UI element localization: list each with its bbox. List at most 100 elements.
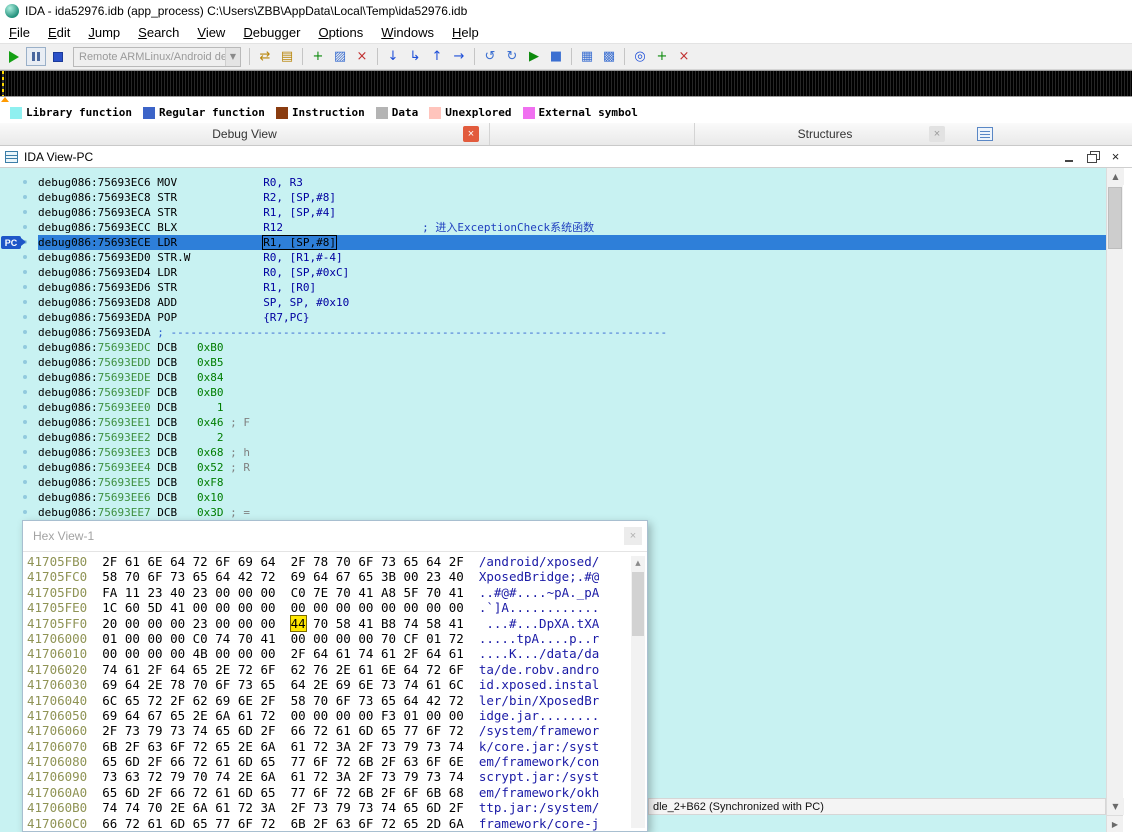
hex-byte[interactable]: 70 (193, 769, 208, 784)
hex-byte[interactable]: 78 (313, 554, 328, 569)
hex-byte[interactable]: 77 (291, 754, 306, 769)
hex-byte[interactable]: 73 (313, 800, 328, 815)
hex-byte[interactable]: 72 (125, 816, 140, 831)
hex-byte[interactable]: 63 (125, 769, 140, 784)
hex-byte[interactable]: 67 (147, 708, 162, 723)
hex-byte[interactable]: 2E (170, 800, 185, 815)
hex-byte[interactable]: 79 (170, 769, 185, 784)
hex-byte[interactable]: 00 (313, 600, 328, 615)
hex-byte[interactable]: 00 (125, 646, 140, 661)
hex-byte[interactable]: 77 (404, 723, 419, 738)
hex-byte[interactable]: 58 (102, 569, 117, 584)
scrollbar-thumb[interactable] (632, 572, 644, 636)
hex-byte[interactable]: 64 (260, 554, 275, 569)
hex-byte[interactable]: 64 (426, 554, 441, 569)
process-options-icon[interactable]: ▤ (276, 46, 298, 67)
hex-byte[interactable]: 66 (291, 723, 306, 738)
hex-byte[interactable]: 41 (170, 600, 185, 615)
hex-byte[interactable]: 72 (313, 769, 328, 784)
hex-byte[interactable]: 6F (358, 816, 373, 831)
hex-byte[interactable]: 00 (170, 646, 185, 661)
hex-byte[interactable]: B8 (381, 616, 396, 631)
vertical-scrollbar[interactable]: ▲ ▼ (1106, 168, 1124, 815)
hex-byte[interactable]: 01 (102, 631, 117, 646)
hex-byte[interactable]: 72 (260, 569, 275, 584)
hex-byte[interactable]: 72 (238, 662, 253, 677)
hex-byte[interactable]: 72 (449, 631, 464, 646)
hex-byte[interactable]: 40 (449, 569, 464, 584)
search-memory-icon[interactable]: ◎ (629, 46, 651, 67)
hex-byte[interactable]: 72 (193, 554, 208, 569)
hex-byte[interactable]: 70 (313, 616, 328, 631)
hex-byte[interactable]: 2E (238, 739, 253, 754)
hex-byte[interactable]: 6D (125, 785, 140, 800)
asm-line[interactable]: debug086:75693EE4 DCB 0x52 ; R (0, 460, 1106, 475)
hex-byte[interactable]: 74 (381, 800, 396, 815)
scroll-down-icon[interactable]: ▼ (1107, 798, 1124, 815)
hex-byte[interactable]: 00 (336, 600, 351, 615)
hex-byte[interactable]: 2F (358, 769, 373, 784)
asm-line[interactable]: debug086:75693EE7 DCB 0x3D ; = (0, 505, 1106, 520)
hex-byte[interactable]: 00 (193, 600, 208, 615)
hex-byte[interactable]: 64 (125, 708, 140, 723)
hex-byte[interactable]: 00 (147, 646, 162, 661)
hex-byte[interactable]: 41 (260, 631, 275, 646)
hex-byte[interactable]: 72 (147, 693, 162, 708)
hex-byte[interactable]: 65 (381, 723, 396, 738)
step-into-icon[interactable]: ↓ (382, 46, 404, 67)
asm-line[interactable]: debug086:75693EE6 DCB 0x10 (0, 490, 1106, 505)
hex-row[interactable]: 41706010 00 00 00 00 4B 00 00 00 2F 64 6… (27, 646, 629, 661)
hex-byte[interactable]: 79 (404, 769, 419, 784)
hex-byte[interactable]: 67 (336, 569, 351, 584)
chevron-down-icon[interactable]: ▼ (225, 47, 240, 66)
hex-byte[interactable]: 72 (193, 739, 208, 754)
menu-item-debugger[interactable]: Debugger (234, 23, 309, 43)
hex-byte[interactable]: 73 (358, 800, 373, 815)
hex-byte[interactable]: 3B (381, 569, 396, 584)
hex-scrollbar[interactable]: ▲ (631, 556, 645, 828)
hex-byte[interactable]: 2E (336, 662, 351, 677)
hex-byte[interactable]: 2F (147, 662, 162, 677)
hex-byte[interactable]: 2E (215, 662, 230, 677)
hex-byte[interactable]: 72 (313, 723, 328, 738)
hex-byte[interactable]: 61 (358, 662, 373, 677)
hex-byte[interactable]: 78 (170, 677, 185, 692)
hex-byte[interactable]: 00 (336, 631, 351, 646)
hex-byte[interactable]: 6B (426, 785, 441, 800)
restore-icon[interactable] (1086, 150, 1100, 163)
hex-byte[interactable]: 00 (426, 600, 441, 615)
menu-item-help[interactable]: Help (443, 23, 488, 43)
hex-byte[interactable]: 00 (404, 569, 419, 584)
hex-row[interactable]: 417060B0 74 74 70 2E 6A 61 72 3A 2F 73 7… (27, 800, 629, 815)
hex-byte[interactable]: 00 (449, 708, 464, 723)
menu-item-view[interactable]: View (188, 23, 234, 43)
run-trace-icon[interactable]: ▶ (523, 46, 545, 67)
hex-row[interactable]: 41706040 6C 65 72 2F 62 69 6E 2F 58 70 6… (27, 693, 629, 708)
hex-byte[interactable]: 73 (381, 739, 396, 754)
hex-byte[interactable]: 72 (238, 800, 253, 815)
hex-byte[interactable]: 61 (125, 554, 140, 569)
asm-line[interactable]: debug086:75693ED0 STR.W R0, [R1,#-4] (0, 250, 1106, 265)
hex-byte[interactable]: 65 (193, 569, 208, 584)
asm-line[interactable]: debug086:75693ECA STR R1, [SP,#4] (0, 205, 1106, 220)
asm-line[interactable]: debug086:75693ED8 ADD SP, SP, #0x10 (0, 295, 1106, 310)
hex-byte[interactable]: 00 (125, 616, 140, 631)
hex-byte[interactable]: 79 (147, 723, 162, 738)
hex-byte[interactable]: 70 (381, 631, 396, 646)
hex-byte[interactable]: 69 (238, 554, 253, 569)
hex-byte[interactable]: 42 (238, 569, 253, 584)
hex-byte[interactable]: C0 (193, 631, 208, 646)
hex-byte[interactable]: 2F (291, 800, 306, 815)
hex-byte[interactable]: 79 (336, 800, 351, 815)
hex-byte[interactable]: 73 (381, 677, 396, 692)
hex-byte[interactable]: 73 (102, 769, 117, 784)
hex-byte[interactable]: 00 (147, 616, 162, 631)
menu-item-options[interactable]: Options (309, 23, 372, 43)
hex-row[interactable]: 417060A0 65 6D 2F 66 72 61 6D 65 77 6F 7… (27, 785, 629, 800)
hex-byte[interactable]: 00 (102, 646, 117, 661)
hex-byte[interactable]: 68 (449, 785, 464, 800)
hex-byte[interactable]: 6A (193, 800, 208, 815)
hex-row[interactable]: 41705FE0 1C 60 5D 41 00 00 00 00 00 00 0… (27, 600, 629, 615)
asm-line[interactable]: debug086:75693ED4 LDR R0, [SP,#0xC] (0, 265, 1106, 280)
asm-line[interactable]: debug086:75693EE5 DCB 0xF8 (0, 475, 1106, 490)
